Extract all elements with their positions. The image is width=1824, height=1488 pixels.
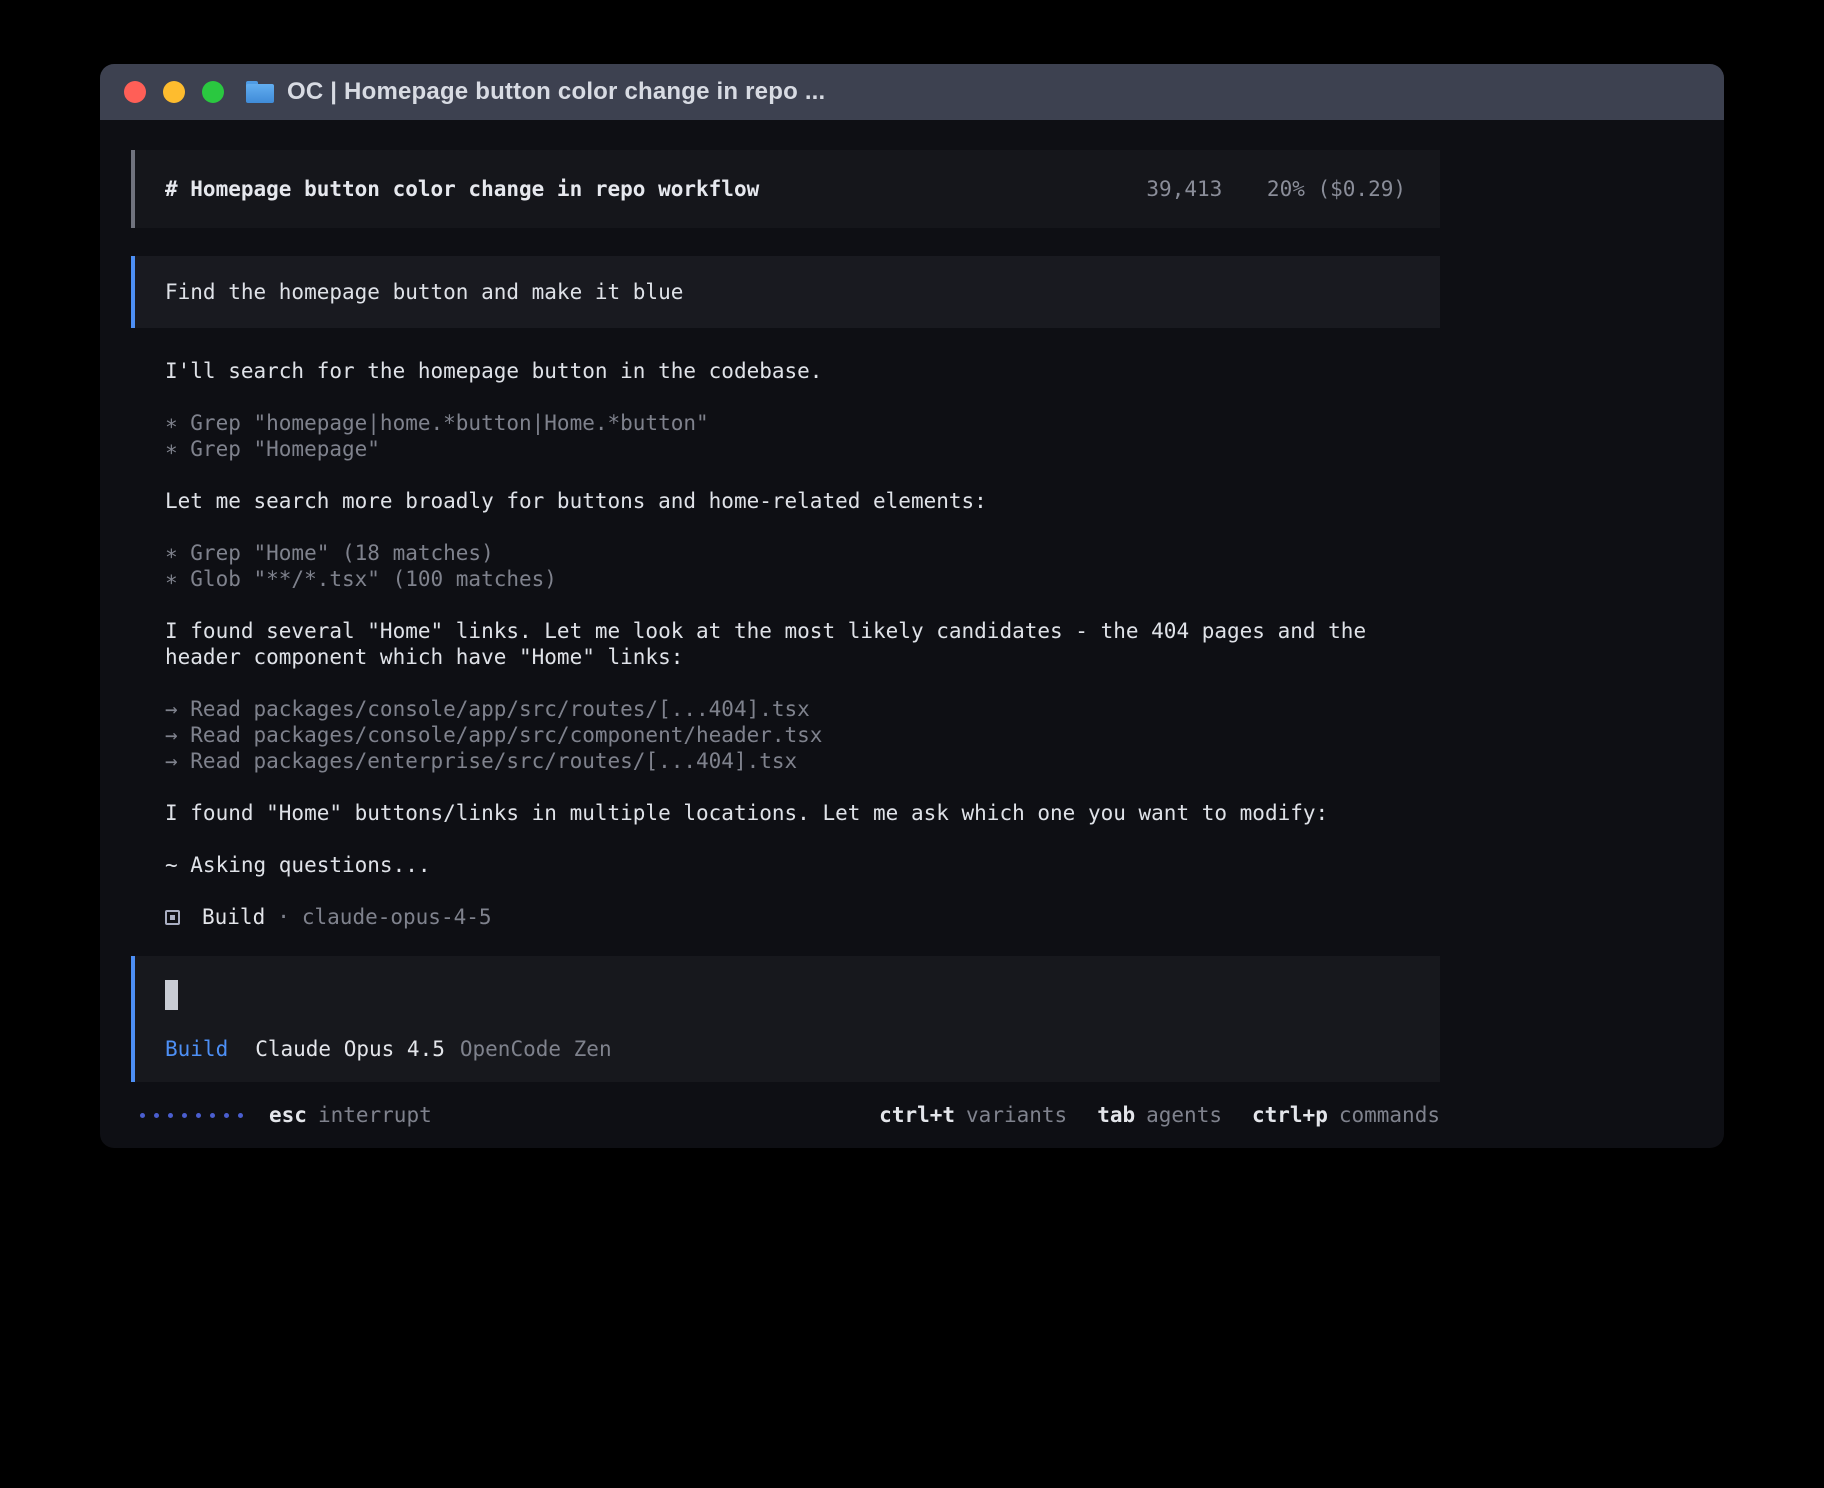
assistant-transcript: I'll search for the homepage button in t… [131, 358, 1440, 930]
folder-icon [246, 81, 274, 103]
terminal-body: # Homepage button color change in repo w… [100, 120, 1724, 1128]
status-bar: esc interrupt ctrl+t variants tab agents [131, 1102, 1440, 1128]
titlebar: OC | Homepage button color change in rep… [100, 64, 1724, 120]
shortcut-label: variants [966, 1102, 1067, 1128]
tool-call-line: ∗ Grep "Home" (18 matches) [165, 540, 1440, 566]
user-message-text: Find the homepage button and make it blu… [165, 279, 683, 305]
tool-call-group: ∗ Grep "Home" (18 matches) ∗ Glob "**/*.… [165, 540, 1440, 592]
context-usage: 20% ($0.29) [1267, 177, 1406, 201]
assistant-text: Let me search more broadly for buttons a… [165, 488, 1440, 514]
traffic-lights [124, 81, 224, 103]
shortcut-label: agents [1146, 1102, 1222, 1128]
user-message: Find the homepage button and make it blu… [131, 256, 1440, 328]
spinner-icon [140, 1113, 243, 1118]
agent-box-icon [165, 910, 180, 925]
status-line: ~ Asking questions... [165, 852, 1440, 878]
shortcut-key: ctrl+p [1252, 1102, 1328, 1128]
session-header: # Homepage button color change in repo w… [131, 150, 1440, 228]
close-button[interactable] [124, 81, 146, 103]
shortcut-agents: tab agents [1097, 1102, 1222, 1128]
read-call-line: → Read packages/enterprise/src/routes/[.… [165, 748, 1440, 774]
shortcut-variants: ctrl+t variants [879, 1102, 1067, 1128]
assistant-text: I found several "Home" links. Let me loo… [165, 618, 1420, 670]
tool-call-group: ∗ Grep "homepage|home.*button|Home.*butt… [165, 410, 1440, 462]
shortcut-label: commands [1339, 1102, 1440, 1128]
assistant-text: I'll search for the homepage button in t… [165, 358, 1440, 384]
assistant-text: I found "Home" buttons/links in multiple… [165, 800, 1420, 826]
agent-name: Build [202, 904, 265, 930]
desktop: OC | Homepage button color change in rep… [0, 0, 1824, 1488]
prompt-input[interactable]: Build Claude Opus 4.5 OpenCode Zen [131, 956, 1440, 1082]
session-meta: 39,413 20% ($0.29) [1146, 176, 1406, 202]
session-title: # Homepage button color change in repo w… [165, 176, 759, 202]
terminal-window: OC | Homepage button color change in rep… [100, 64, 1724, 1148]
esc-key: esc [269, 1102, 307, 1128]
shortcut-key: ctrl+t [879, 1102, 955, 1128]
minimize-button[interactable] [163, 81, 185, 103]
tool-call-line: ∗ Grep "homepage|home.*button|Home.*butt… [165, 410, 1440, 436]
agent-model: claude-opus-4-5 [302, 904, 492, 930]
read-call-group: → Read packages/console/app/src/routes/[… [165, 696, 1440, 774]
read-call-line: → Read packages/console/app/src/routes/[… [165, 696, 1440, 722]
shortcut-key: tab [1097, 1102, 1135, 1128]
token-count: 39,413 [1146, 177, 1222, 201]
mode-label: Build [165, 1036, 228, 1062]
agent-separator: · [277, 904, 290, 930]
provider-label: OpenCode Zen [460, 1036, 612, 1062]
input-meta: Build Claude Opus 4.5 OpenCode Zen [165, 1036, 1410, 1062]
window-title: OC | Homepage button color change in rep… [287, 78, 825, 106]
tool-call-line: ∗ Grep "Homepage" [165, 436, 1440, 462]
shortcut-commands: ctrl+p commands [1252, 1102, 1440, 1128]
read-call-line: → Read packages/console/app/src/componen… [165, 722, 1440, 748]
tool-call-line: ∗ Glob "**/*.tsx" (100 matches) [165, 566, 1440, 592]
model-label: Claude Opus 4.5 [255, 1036, 445, 1062]
agent-badge: Build · claude-opus-4-5 [165, 904, 1440, 930]
zoom-button[interactable] [202, 81, 224, 103]
esc-hint: interrupt [318, 1102, 432, 1128]
text-cursor [165, 980, 178, 1010]
